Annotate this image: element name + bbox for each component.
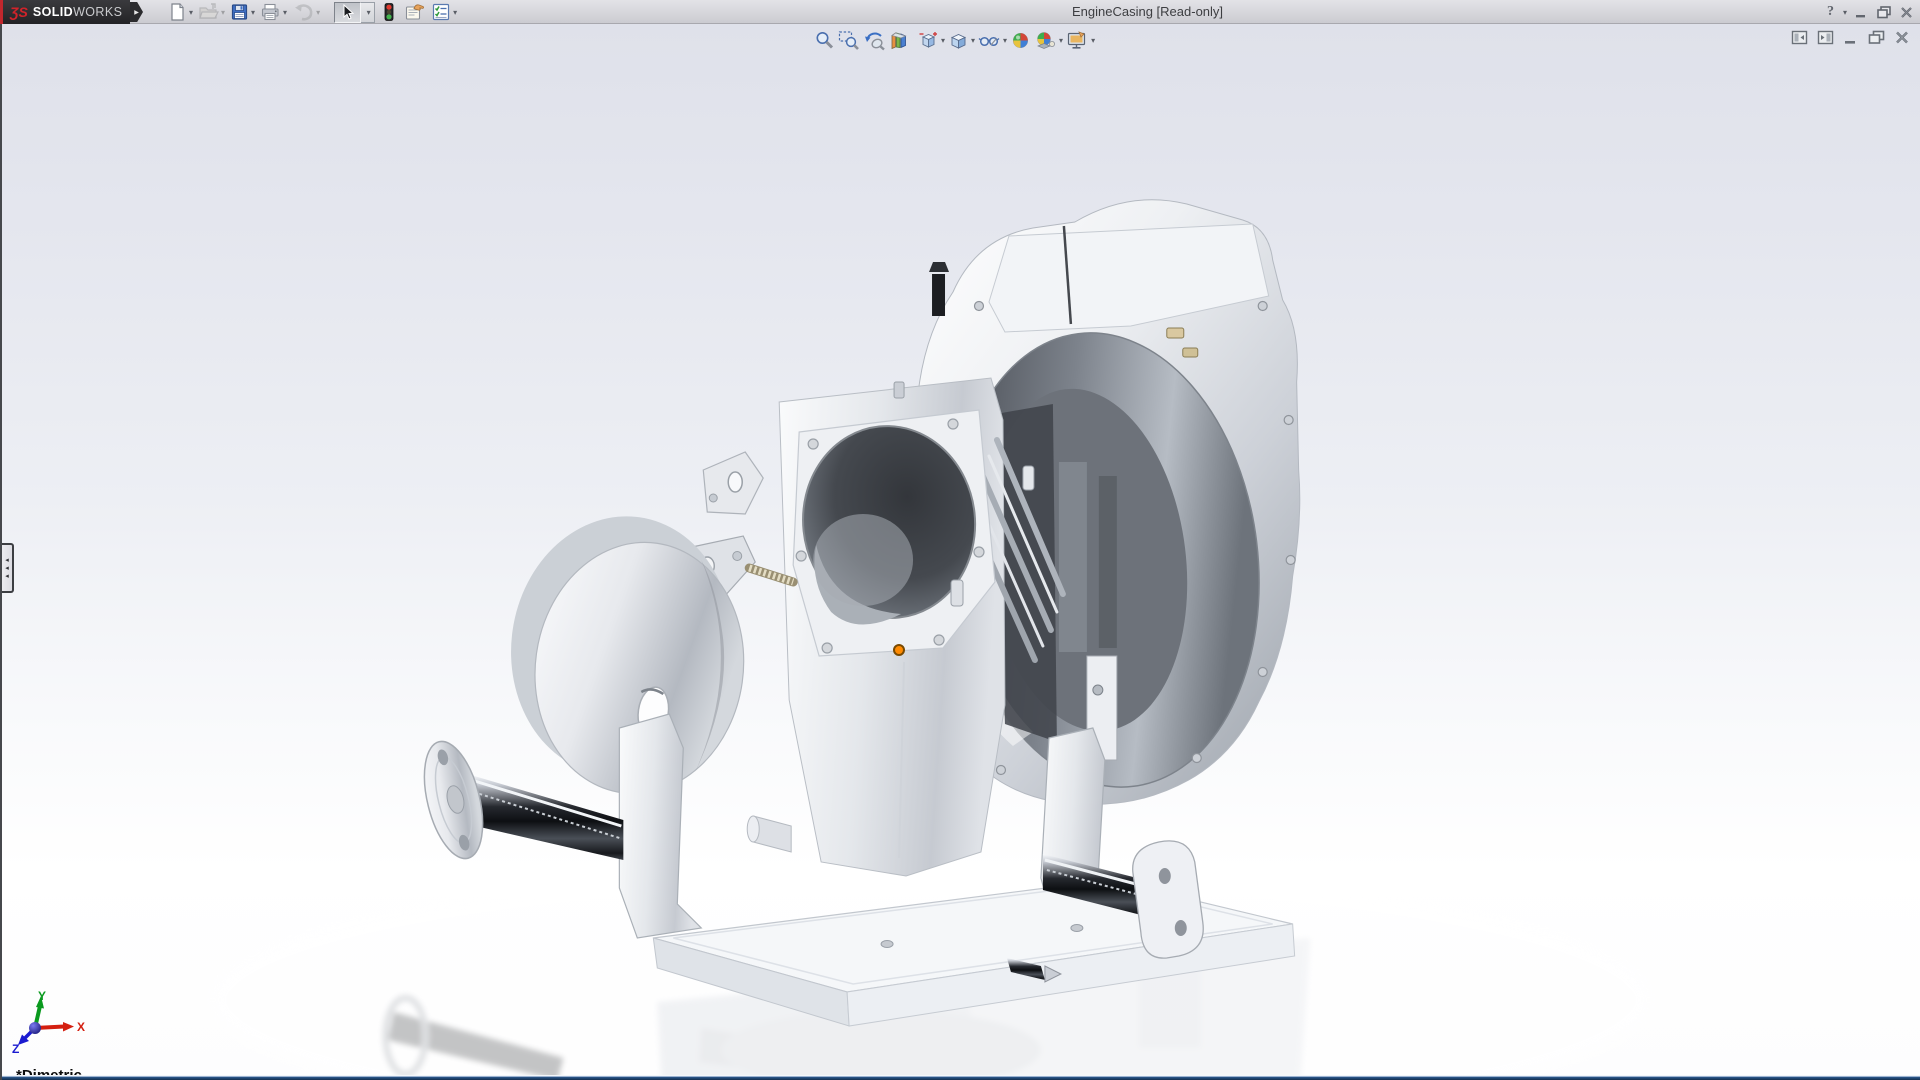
edit-entity-button[interactable] — [404, 2, 425, 22]
undo-dropdown[interactable]: ▾ — [316, 8, 320, 17]
hide-show-items-dropdown[interactable]: ▾ — [1003, 36, 1007, 45]
document-title: EngineCasing [Read-only] — [1072, 4, 1223, 19]
solidworks-logo-icon: ƷS — [10, 4, 28, 20]
zoom-to-fit-button[interactable] — [814, 30, 835, 51]
close-document-icon — [1894, 30, 1910, 45]
edit-appearance-icon — [1010, 30, 1031, 51]
previous-view-icon — [863, 30, 886, 51]
apply-scene-button[interactable]: ▾ — [1034, 30, 1063, 51]
options-button[interactable]: ▾ — [431, 2, 457, 22]
zoom-to-fit-icon — [814, 30, 835, 51]
section-view-button[interactable] — [889, 30, 910, 51]
titlebar: ƷS SOLIDWORKS ▶ ▾ ▾ — [0, 0, 1920, 24]
x-axis-label: X — [77, 1020, 85, 1034]
save-icon — [230, 2, 249, 22]
open-document-dropdown[interactable]: ▾ — [221, 8, 225, 17]
show-right-pane-button[interactable] — [1817, 30, 1834, 50]
show-left-pane-button[interactable] — [1791, 30, 1808, 50]
apply-scene-dropdown[interactable]: ▾ — [1059, 36, 1063, 45]
show-right-pane-icon — [1817, 30, 1834, 45]
main-toolbar: ▾ ▾ ▾ — [168, 0, 462, 24]
expand-left-arrow-icon: ◂ — [5, 565, 9, 572]
view-orientation-icon — [918, 30, 939, 51]
print-dropdown[interactable]: ▾ — [283, 8, 287, 17]
restore-app-button[interactable] — [1876, 5, 1892, 19]
apply-scene-icon — [1034, 30, 1057, 51]
feature-manager-collapsed-tab[interactable]: ◂ ◂ ◂ — [2, 543, 14, 593]
undo-button[interactable]: ▾ — [292, 2, 320, 22]
engine-casing-model[interactable] — [2, 24, 1920, 1080]
view-orientation-dropdown[interactable]: ▾ — [941, 36, 945, 45]
zoom-to-area-button[interactable] — [838, 30, 860, 51]
close-icon — [1899, 5, 1914, 19]
app-window-controls: ? ▾ — [1827, 0, 1914, 24]
close-app-button[interactable] — [1899, 5, 1914, 19]
solidworks-logo: ƷS SOLIDWORKS — [0, 0, 130, 24]
undo-icon — [292, 2, 314, 22]
view-settings-button[interactable]: ▾ — [1066, 30, 1095, 51]
edit-appearance-button[interactable] — [1010, 30, 1031, 51]
z-axis-label: Z — [12, 1042, 19, 1056]
new-document-button[interactable]: ▾ — [168, 2, 193, 22]
close-document-button[interactable] — [1894, 30, 1910, 50]
expand-left-arrow-icon: ◂ — [5, 557, 9, 564]
new-document-dropdown[interactable]: ▾ — [189, 8, 193, 17]
y-axis-label: Y — [38, 990, 46, 1003]
new-document-icon — [168, 2, 187, 22]
headsup-view-toolbar: ▾ ▾ ▾ — [814, 28, 1098, 52]
options-dropdown[interactable]: ▾ — [453, 8, 457, 17]
minimize-icon — [1854, 5, 1869, 19]
select-cursor-button[interactable] — [334, 2, 361, 23]
menu-flyout-arrow-icon[interactable]: ▶ — [130, 2, 143, 22]
view-orientation-button[interactable]: ▾ — [918, 30, 945, 51]
hide-show-items-button[interactable]: ▾ — [978, 30, 1007, 51]
assembly-origin-marker[interactable] — [893, 644, 905, 656]
graphics-viewport[interactable]: ▾ ▾ ▾ — [0, 24, 1920, 1080]
hide-show-items-icon — [978, 30, 1001, 51]
edit-entity-pad-icon — [404, 2, 425, 22]
previous-view-button[interactable] — [863, 30, 886, 51]
display-style-button[interactable]: ▾ — [948, 30, 975, 51]
help-dropdown[interactable]: ▾ — [1843, 8, 1847, 17]
reference-triad: Y X Z — [8, 990, 92, 1076]
print-icon — [260, 2, 281, 22]
status-bar-edge — [2, 1075, 1920, 1080]
document-window-controls — [1791, 30, 1910, 50]
show-left-pane-icon — [1791, 30, 1808, 45]
display-style-icon — [948, 30, 969, 51]
restore-document-button[interactable] — [1868, 30, 1885, 50]
view-settings-dropdown[interactable]: ▾ — [1091, 36, 1095, 45]
zoom-to-area-icon — [838, 30, 860, 51]
save-dropdown[interactable]: ▾ — [251, 8, 255, 17]
rebuild-traffic-light-icon — [383, 2, 395, 22]
minimize-document-button[interactable] — [1843, 30, 1859, 50]
save-button[interactable]: ▾ — [230, 2, 255, 22]
restore-document-icon — [1868, 30, 1885, 45]
x-axis-arrow — [63, 1022, 74, 1032]
triad-origin-ball — [29, 1022, 41, 1034]
options-checklist-icon — [431, 2, 451, 22]
rebuild-button[interactable] — [383, 2, 395, 22]
select-tool-dropdown[interactable]: ▾ — [361, 2, 375, 23]
select-cursor-icon — [341, 4, 355, 20]
expand-left-arrow-icon: ◂ — [5, 573, 9, 580]
open-document-icon — [198, 2, 219, 22]
restore-icon — [1876, 5, 1892, 19]
display-style-dropdown[interactable]: ▾ — [971, 36, 975, 45]
select-tool[interactable]: ▾ — [334, 2, 375, 23]
view-settings-icon — [1066, 30, 1089, 51]
section-view-icon — [889, 30, 910, 51]
minimize-document-icon — [1843, 30, 1859, 45]
print-button[interactable]: ▾ — [260, 2, 287, 22]
help-button[interactable]: ? — [1827, 4, 1834, 20]
minimize-app-button[interactable] — [1854, 5, 1869, 19]
open-document-button[interactable]: ▾ — [198, 2, 225, 22]
